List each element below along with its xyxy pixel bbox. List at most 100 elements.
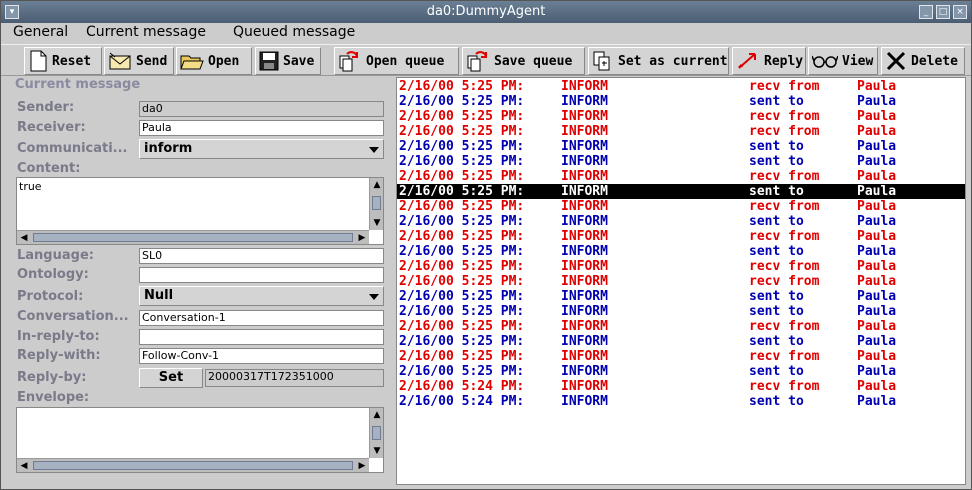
- close-icon[interactable]: ×: [953, 5, 967, 19]
- queue-cell-dir: sent to: [749, 94, 804, 109]
- in-reply-to-field[interactable]: [139, 329, 384, 345]
- queue-row[interactable]: 2/16/00 5:25 PM: INFORM recv from Paula: [397, 169, 965, 184]
- set-reply-by-button[interactable]: Set: [139, 368, 203, 388]
- content-vertical-scrollbar[interactable]: ▲ ▼: [369, 178, 383, 230]
- conversation-field[interactable]: Conversation-1: [139, 310, 384, 326]
- queue-cell-ts: 2/16/00 5:25 PM:: [399, 154, 525, 169]
- receiver-label: Receiver:: [17, 120, 86, 135]
- delete-button[interactable]: Delete: [881, 47, 965, 75]
- scroll-right-icon[interactable]: ▶: [355, 459, 369, 473]
- queue-row[interactable]: 2/16/00 5:25 PM: INFORM sent to Paula: [397, 289, 965, 304]
- set-as-current-label: Set as current: [618, 53, 728, 69]
- scroll-up-icon[interactable]: ▲: [370, 178, 384, 192]
- open-button[interactable]: Open: [176, 47, 252, 75]
- receiver-field[interactable]: Paula: [139, 120, 384, 136]
- save-button[interactable]: Save: [255, 47, 321, 75]
- queue-cell-who: Paula: [857, 169, 897, 184]
- open-queue-button[interactable]: Open queue: [334, 47, 459, 75]
- queue-row[interactable]: 2/16/00 5:24 PM: INFORM sent to Paula: [397, 394, 965, 409]
- queue-cell-ts: 2/16/00 5:25 PM:: [399, 229, 525, 244]
- envelope-scroll-thumb-v[interactable]: [372, 426, 381, 440]
- scroll-down-icon[interactable]: ▼: [370, 444, 384, 458]
- queue-row[interactable]: 2/16/00 5:25 PM: INFORM recv from Paula: [397, 199, 965, 214]
- queue-row[interactable]: 2/16/00 5:24 PM: INFORM recv from Paula: [397, 379, 965, 394]
- queue-cell-perf: INFORM: [561, 79, 608, 94]
- content-text: true: [19, 180, 42, 193]
- window-title: da0:DummyAgent: [426, 4, 546, 19]
- view-button[interactable]: View: [808, 47, 878, 75]
- reply-arrow-icon: [738, 53, 756, 69]
- maximize-icon[interactable]: □: [936, 5, 950, 19]
- scroll-down-icon[interactable]: ▼: [370, 216, 384, 230]
- queue-row[interactable]: 2/16/00 5:25 PM: INFORM recv from Paula: [397, 274, 965, 289]
- queue-row[interactable]: 2/16/00 5:25 PM: INFORM recv from Paula: [397, 109, 965, 124]
- queue-cell-perf: INFORM: [561, 139, 608, 154]
- queue-row[interactable]: 2/16/00 5:25 PM: INFORM recv from Paula: [397, 349, 965, 364]
- queue-row[interactable]: 2/16/00 5:25 PM: INFORM sent to Paula: [397, 304, 965, 319]
- queue-row[interactable]: 2/16/00 5:25 PM: INFORM sent to Paula: [397, 214, 965, 229]
- open-folder-icon: [180, 55, 204, 70]
- queue-row[interactable]: 2/16/00 5:25 PM: INFORM recv from Paula: [397, 319, 965, 334]
- content-textarea[interactable]: true ▲ ▼ ◀ ▶: [16, 177, 384, 245]
- content-horizontal-scrollbar[interactable]: ◀ ▶: [17, 230, 369, 244]
- send-button[interactable]: Send: [104, 47, 174, 75]
- scroll-right-icon[interactable]: ▶: [355, 231, 369, 245]
- queue-row[interactable]: 2/16/00 5:25 PM: INFORM sent to Paula: [397, 139, 965, 154]
- set-as-current-icon: [593, 51, 610, 71]
- sender-label: Sender:: [17, 100, 75, 115]
- queue-cell-perf: INFORM: [561, 349, 608, 364]
- menu-current-message[interactable]: Current message: [86, 24, 206, 40]
- protocol-select[interactable]: Null: [139, 286, 384, 306]
- communicative-act-select[interactable]: inform: [139, 139, 384, 159]
- queue-cell-who: Paula: [857, 214, 897, 229]
- queue-cell-who: Paula: [857, 184, 897, 199]
- queue-cell-dir: sent to: [749, 184, 804, 199]
- queue-cell-perf: INFORM: [561, 259, 608, 274]
- envelope-label: Envelope:: [17, 390, 90, 405]
- queue-cell-who: Paula: [857, 139, 897, 154]
- queue-row[interactable]: 2/16/00 5:25 PM: INFORM recv from Paula: [397, 124, 965, 139]
- minimize-icon[interactable]: _: [919, 5, 933, 19]
- open-label: Open: [208, 53, 240, 69]
- save-queue-button[interactable]: Save queue: [462, 47, 585, 75]
- queue-row[interactable]: 2/16/00 5:25 PM: INFORM sent to Paula: [397, 334, 965, 349]
- protocol-value: Null: [144, 288, 174, 303]
- queue-row[interactable]: 2/16/00 5:25 PM: INFORM recv from Paula: [397, 229, 965, 244]
- queue-row[interactable]: 2/16/00 5:25 PM: INFORM sent to Paula: [397, 364, 965, 379]
- queue-cell-who: Paula: [857, 79, 897, 94]
- queue-cell-ts: 2/16/00 5:25 PM:: [399, 214, 525, 229]
- reset-button[interactable]: Reset: [24, 47, 102, 75]
- content-scroll-thumb-v[interactable]: [372, 196, 381, 210]
- scroll-left-icon[interactable]: ◀: [17, 231, 31, 245]
- envelope-scroll-thumb-h[interactable]: [33, 461, 353, 470]
- queue-cell-who: Paula: [857, 364, 897, 379]
- queue-row[interactable]: 2/16/00 5:25 PM: INFORM sent to Paula: [397, 184, 965, 199]
- glasses-icon: [812, 55, 838, 68]
- queue-row[interactable]: 2/16/00 5:25 PM: INFORM recv from Paula: [397, 259, 965, 274]
- queue-cell-perf: INFORM: [561, 364, 608, 379]
- envelope-textarea[interactable]: ▲ ▼ ◀ ▶: [16, 407, 384, 473]
- message-queue-list[interactable]: 2/16/00 5:25 PM: INFORM recv from Paula 2/16…: [396, 77, 966, 485]
- scroll-up-icon[interactable]: ▲: [370, 408, 384, 422]
- reply-with-label: Reply-with:: [17, 348, 101, 363]
- save-label: Save: [283, 53, 315, 69]
- envelope-vertical-scrollbar[interactable]: ▲ ▼: [369, 408, 383, 458]
- queue-cell-dir: recv from: [749, 349, 820, 364]
- reply-with-field[interactable]: Follow-Conv-1: [139, 348, 384, 364]
- language-field[interactable]: SL0: [139, 248, 384, 264]
- set-as-current-button[interactable]: Set as current: [588, 47, 729, 75]
- queue-cell-dir: recv from: [749, 379, 820, 394]
- content-scroll-thumb-h[interactable]: [33, 233, 353, 242]
- queue-row[interactable]: 2/16/00 5:25 PM: INFORM sent to Paula: [397, 94, 965, 109]
- queue-row[interactable]: 2/16/00 5:25 PM: INFORM recv from Paula: [397, 79, 965, 94]
- scroll-left-icon[interactable]: ◀: [17, 459, 31, 473]
- queue-cell-perf: INFORM: [561, 124, 608, 139]
- queue-row[interactable]: 2/16/00 5:25 PM: INFORM sent to Paula: [397, 154, 965, 169]
- menu-queued-message[interactable]: Queued message: [233, 24, 355, 40]
- ontology-field[interactable]: [139, 267, 384, 283]
- menu-general[interactable]: General: [13, 24, 68, 40]
- queue-row[interactable]: 2/16/00 5:25 PM: INFORM sent to Paula: [397, 244, 965, 259]
- envelope-horizontal-scrollbar[interactable]: ◀ ▶: [17, 458, 369, 472]
- reply-button[interactable]: Reply: [732, 47, 806, 75]
- new-document-icon: [30, 50, 47, 72]
